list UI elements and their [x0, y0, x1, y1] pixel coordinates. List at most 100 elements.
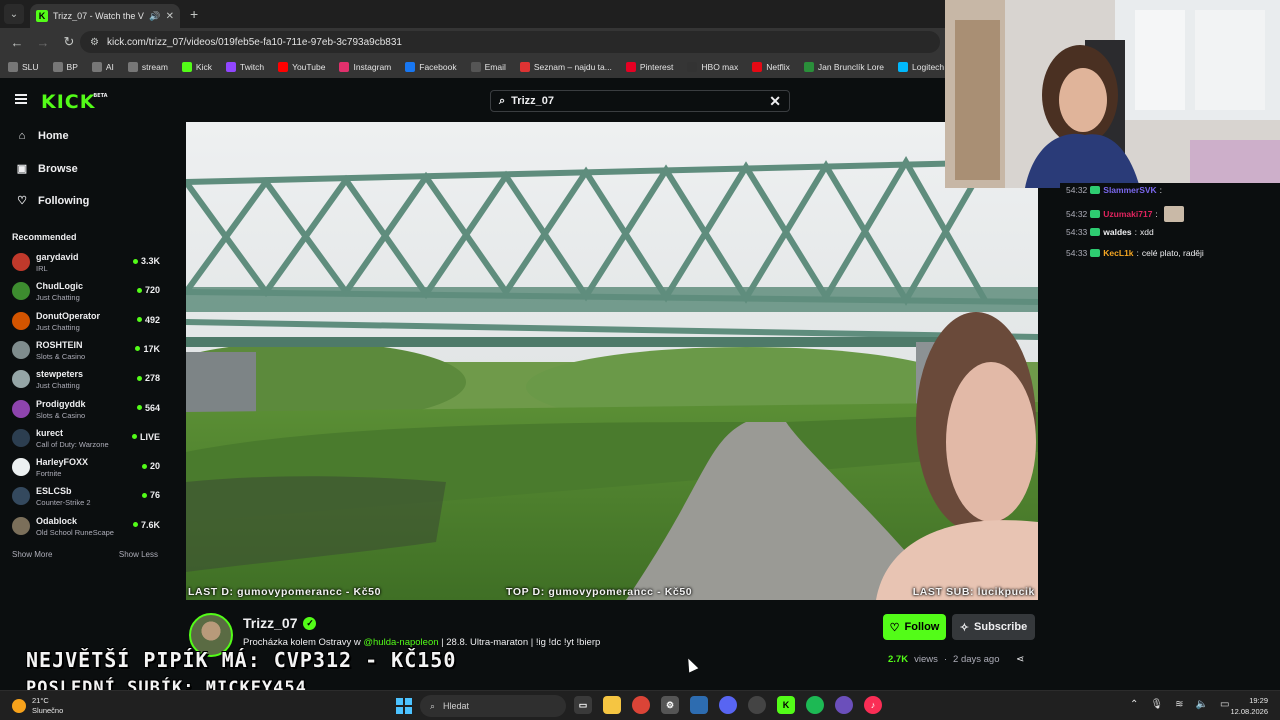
chevron-up-icon[interactable]: ⌃ — [1130, 699, 1138, 710]
recommended-channel[interactable]: kurect Call of Duty: Warzone LIVE — [12, 426, 160, 452]
settings-icon[interactable]: ⚙ — [661, 696, 679, 714]
windows-taskbar: 21°C Slunečno ⌕ Hledat ▭ ⚙ K ♪ ⌃ 🎙 ≋ 🔈 ▭… — [0, 690, 1280, 720]
bookmark-item[interactable]: Email — [470, 62, 506, 72]
video-frame — [186, 122, 1038, 600]
mention-link[interactable]: @hulda-napoleon — [363, 637, 438, 648]
tab-close-icon[interactable]: ✕ — [166, 11, 174, 22]
show-more-button[interactable]: Show More — [12, 550, 52, 559]
taskbar-search[interactable]: ⌕ Hledat — [420, 695, 566, 717]
bookmark-item[interactable]: Facebook — [405, 62, 457, 72]
bookmark-item[interactable]: BP — [52, 62, 78, 72]
bookmark-label: Facebook — [419, 62, 457, 72]
wifi-icon[interactable]: ≋ — [1175, 699, 1183, 710]
recommended-channel[interactable]: stewpeters Just Chatting 278 — [12, 367, 160, 393]
channel-name[interactable]: Trizz_07 ✓ — [243, 615, 317, 631]
bookmark-item[interactable]: Twitch — [225, 62, 264, 72]
bookmark-item[interactable]: Netflix — [752, 62, 790, 72]
tab-title: Trizz_07 - Watch the VOD o — [53, 11, 144, 21]
address-bar[interactable]: ⚙ kick.com/trizz_07/videos/019feb5e-fa10… — [80, 31, 940, 53]
bookmark-item[interactable]: Instagram — [339, 62, 391, 72]
recommended-channel[interactable]: Odablock Old School RuneScape 7.6K — [12, 514, 160, 540]
speaker-icon[interactable]: 🔊 — [149, 11, 160, 22]
clock[interactable]: 19:29 12.08.2026 — [1226, 695, 1268, 717]
bookmark-item[interactable]: YouTube — [278, 62, 325, 72]
recommended-channel[interactable]: HarleyFOXX Fortnite 20 — [12, 455, 160, 481]
recommended-channel[interactable]: garydavid IRL 3.3K — [12, 250, 160, 276]
viewer-count-text: 278 — [144, 373, 160, 384]
file-explorer-icon[interactable] — [603, 696, 621, 714]
bookmark-item[interactable]: Pinterest — [625, 62, 673, 72]
separator-dot: · — [943, 654, 948, 665]
bookmark-icon — [8, 62, 18, 72]
site-info-icon[interactable]: ⚙ — [90, 37, 99, 48]
browser-tab[interactable]: K Trizz_07 - Watch the VOD o 🔊 ✕ — [30, 4, 180, 28]
viewer-count: 76 — [141, 490, 160, 500]
bookmark-item[interactable]: HBO max — [687, 62, 738, 72]
start-button[interactable] — [396, 698, 412, 714]
obs-icon[interactable] — [748, 696, 766, 714]
bookmark-item[interactable]: SLU — [8, 62, 39, 72]
forward-arrow-icon[interactable]: → — [36, 35, 50, 50]
new-tab-button[interactable]: + — [190, 6, 198, 22]
bookmark-item[interactable]: Jan Brunclík Lore — [803, 62, 884, 72]
kick-logo[interactable]: KICK BETA — [41, 91, 107, 113]
recommended-channel[interactable]: ESLCSb Counter-Strike 2 76 — [12, 484, 160, 510]
bookmark-item[interactable]: Seznam – najdu ta... — [519, 62, 612, 72]
video-player[interactable]: LAST D: gumovypomerancc - Kč50 TOP D: gu… — [186, 122, 1038, 600]
chat-username[interactable]: SlammerSVK — [1103, 185, 1156, 195]
subscribe-button[interactable]: ✧ Subscribe — [952, 614, 1035, 640]
clear-search-icon[interactable]: ✕ — [769, 93, 781, 110]
search-input[interactable]: ⌕ Trizz_07 ✕ — [490, 90, 790, 112]
app-icon[interactable] — [835, 696, 853, 714]
sidebar-item-home[interactable]: ⌂ Home — [16, 130, 69, 142]
back-arrow-icon[interactable]: ← — [10, 35, 24, 50]
chat-username[interactable]: waldes — [1103, 227, 1131, 237]
spotify-icon[interactable] — [806, 696, 824, 714]
sidebar-item-browse[interactable]: ▣ Browse — [16, 162, 78, 176]
home-icon: ⌂ — [18, 130, 26, 142]
follow-button[interactable]: ♡ Follow — [883, 614, 946, 640]
bookmark-item[interactable]: stream — [127, 62, 168, 72]
menu-icon[interactable] — [15, 94, 27, 104]
bookmark-icon — [687, 62, 698, 72]
tab-search-button[interactable]: ⌄ — [4, 4, 24, 24]
volume-icon[interactable]: 🔈 — [1195, 699, 1207, 710]
heart-icon: ♡ — [17, 195, 27, 207]
sidebar-item-following[interactable]: ♡ Following — [16, 194, 89, 208]
task-view-icon[interactable]: ▭ — [574, 696, 592, 714]
top-donation-overlay: TOP D: gumovypomerancc - Kč50 — [506, 586, 693, 598]
chat-message[interactable]: 54:33 KecL1k: celé plato, raději — [1066, 248, 1204, 258]
chat-message[interactable]: 54:33 waldes: xdd — [1066, 227, 1154, 237]
chat-username[interactable]: Uzumaki717 — [1103, 209, 1152, 219]
system-tray: ⌃ 🎙 ≋ 🔈 ▭ — [1130, 699, 1229, 710]
weather-widget[interactable]: 21°C Slunečno — [12, 696, 63, 716]
recommended-channel[interactable]: ChudLogic Just Chatting 720 — [12, 279, 160, 305]
viewer-count: 3.3K — [132, 256, 160, 266]
view-count: 2.7K — [888, 654, 909, 665]
viewer-count-text: 3.3K — [140, 256, 160, 266]
microphone-icon[interactable]: 🎙 — [1150, 699, 1163, 710]
music-icon[interactable]: ♪ — [864, 696, 882, 714]
viewer-count: 20 — [141, 461, 160, 471]
bookmark-icon — [405, 62, 416, 72]
bookmark-label: AI — [105, 62, 114, 72]
bookmark-item[interactable]: Kick — [181, 62, 212, 72]
top-tipper-overlay: NEJVĚTŠÍ PIPÍK MÁ: CVP312 - KČ150 — [26, 648, 457, 672]
recommended-channel[interactable]: ROSHTEIN Slots & Casino 17K — [12, 338, 160, 364]
recommended-channel[interactable]: DonutOperator Just Chatting 492 — [12, 309, 160, 335]
recommended-channel[interactable]: Prodigyddk Slots & Casino 564 — [12, 397, 160, 423]
show-less-button[interactable]: Show Less — [119, 550, 158, 559]
chrome-icon[interactable] — [632, 696, 650, 714]
bookmark-item[interactable]: AI — [91, 62, 114, 72]
chat-message[interactable]: 54:32 SlammerSVK: — [1066, 185, 1165, 195]
share-icon[interactable]: ⋖ — [1016, 654, 1024, 665]
bookmark-item[interactable]: Logitech C980 Strea... — [898, 62, 945, 72]
photos-icon[interactable] — [690, 696, 708, 714]
browser-tab-bar: ⌄ K Trizz_07 - Watch the VOD o 🔊 ✕ + — [0, 0, 945, 28]
discord-icon[interactable] — [719, 696, 737, 714]
stream-title: Procházka kolem Ostravy w @hulda-napoleo… — [243, 637, 600, 648]
chat-message[interactable]: 54:32 Uzumaki717: — [1066, 206, 1184, 222]
kick-app-icon[interactable]: K — [777, 696, 795, 714]
reload-icon[interactable]: ↻ — [62, 34, 76, 50]
chat-username[interactable]: KecL1k — [1103, 248, 1133, 258]
